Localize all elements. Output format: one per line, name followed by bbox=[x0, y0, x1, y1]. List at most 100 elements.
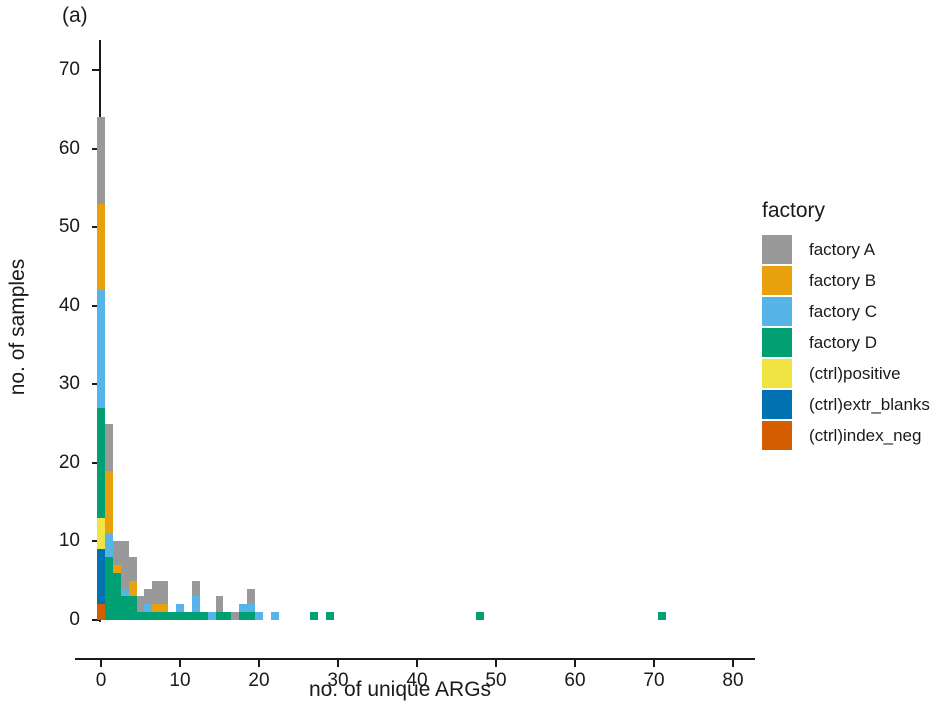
histogram-bar-segment bbox=[152, 604, 161, 613]
y-tick-label: 10 bbox=[58, 530, 80, 552]
y-tick-label: 30 bbox=[58, 373, 80, 395]
legend-item-list: factory A factory B factory C factory D (ctr… bbox=[762, 234, 952, 451]
histogram-bar-segment bbox=[136, 612, 145, 620]
histogram-bar-segment bbox=[223, 612, 232, 620]
y-axis-title: no. of samples bbox=[6, 258, 29, 396]
legend-item-label: (ctrl)extr_blanks bbox=[809, 394, 930, 414]
x-tick-mark bbox=[258, 660, 260, 667]
legend-item: (ctrl)index_neg bbox=[762, 420, 952, 451]
y-tick-mark bbox=[92, 69, 99, 71]
y-tick-label: 20 bbox=[58, 451, 80, 473]
histogram-bar-segment bbox=[191, 596, 200, 613]
y-tick-label: 50 bbox=[58, 216, 80, 238]
y-tick-label: 40 bbox=[58, 294, 80, 316]
histogram-bar-segment bbox=[247, 612, 256, 620]
legend-item: (ctrl)extr_blanks bbox=[762, 389, 952, 420]
legend-swatch bbox=[762, 328, 792, 357]
legend-item: factory B bbox=[762, 265, 952, 296]
histogram-bar-segment bbox=[215, 612, 224, 620]
histogram-bar-segment bbox=[160, 580, 169, 605]
histogram-bar-segment bbox=[239, 604, 248, 613]
y-tick-label: 0 bbox=[69, 609, 80, 630]
histogram-bar-segment bbox=[176, 612, 184, 620]
legend-item: (ctrl)positive bbox=[762, 358, 952, 389]
x-tick-mark bbox=[574, 660, 576, 667]
figure-panel-a: (a) 0 10 20 30 40 50 60 70 0 10 20 30 40 50 60 70 80 no… bbox=[0, 0, 952, 714]
legend-swatch bbox=[762, 235, 792, 264]
legend-swatch bbox=[762, 297, 792, 326]
legend-title: factory bbox=[762, 199, 826, 222]
histogram-bar-segment bbox=[183, 612, 192, 620]
histogram-bar-segment bbox=[112, 541, 121, 566]
histogram-bar-segment bbox=[97, 290, 105, 408]
legend-swatch bbox=[762, 390, 792, 419]
histogram-bar-segment bbox=[97, 517, 105, 550]
histogram-bar-segment bbox=[160, 612, 169, 620]
histogram-bar-segment bbox=[104, 423, 113, 471]
x-tick-mark bbox=[732, 660, 734, 667]
histogram-bar-segment bbox=[239, 612, 248, 620]
histogram-bar-segment bbox=[255, 612, 263, 620]
x-tick-mark bbox=[416, 660, 418, 667]
histogram-bar-segment bbox=[247, 588, 256, 605]
histogram-bar-segment bbox=[152, 612, 161, 620]
legend-item-label: factory A bbox=[809, 239, 876, 259]
x-tick-mark bbox=[179, 660, 181, 667]
histogram-bar-segment bbox=[120, 588, 129, 597]
histogram-bar-segment bbox=[152, 580, 161, 605]
histogram-bar-segment bbox=[215, 596, 224, 613]
histogram-bar-segment bbox=[144, 604, 153, 613]
x-tick-mark bbox=[337, 660, 339, 667]
histogram-bar-segment bbox=[120, 541, 129, 589]
histogram-bar-segment bbox=[247, 604, 256, 613]
legend-item-label: factory C bbox=[809, 301, 878, 321]
legend-item: factory A bbox=[762, 234, 952, 265]
legend-swatch bbox=[762, 359, 792, 388]
histogram-bar-segment bbox=[104, 533, 113, 558]
histogram-bar-segment bbox=[231, 612, 240, 620]
panel-label: (a) bbox=[62, 4, 88, 27]
histogram-bar-segment bbox=[191, 612, 200, 620]
legend-swatch bbox=[762, 421, 792, 450]
histogram-bar-segment bbox=[112, 572, 121, 620]
histogram-bar-segment bbox=[97, 549, 105, 605]
x-tick-mark bbox=[100, 660, 102, 667]
legend-item: factory D bbox=[762, 327, 952, 358]
histogram-bar-segment bbox=[104, 470, 113, 534]
legend-item-label: factory B bbox=[809, 270, 877, 290]
histogram-bar-segment bbox=[104, 557, 113, 620]
x-tick-mark bbox=[653, 660, 655, 667]
x-axis-title: no. of unique ARGs bbox=[308, 678, 492, 701]
legend-swatch bbox=[762, 266, 792, 295]
histogram-bar-segment bbox=[97, 604, 105, 620]
histogram-bar-segment bbox=[168, 612, 177, 620]
y-tick-label: 70 bbox=[58, 59, 80, 80]
histogram-bar-segment bbox=[476, 612, 485, 620]
histogram-bar-segment bbox=[128, 580, 137, 597]
histogram-bar-segment bbox=[144, 612, 153, 620]
plot-area bbox=[97, 70, 749, 620]
histogram-bar-segment bbox=[97, 203, 105, 291]
histogram-bar-segment bbox=[128, 557, 137, 581]
histogram-bar-segment bbox=[207, 612, 216, 620]
histogram-bar-segment bbox=[326, 612, 335, 620]
x-tick-mark bbox=[495, 660, 497, 667]
histogram-bar-segment bbox=[136, 596, 145, 613]
histogram-bar-segment bbox=[97, 117, 105, 204]
histogram-bar-segment bbox=[97, 407, 105, 518]
histogram-bar-segment bbox=[160, 604, 169, 613]
legend-item-label: factory D bbox=[809, 332, 878, 352]
histogram-bar-segment bbox=[144, 588, 153, 605]
legend-item-label: (ctrl)positive bbox=[809, 363, 901, 383]
legend: factory factory Afactory Bfactory Cfacto… bbox=[762, 200, 952, 451]
histogram-bar-segment bbox=[128, 596, 137, 620]
histogram-bar-segment bbox=[270, 612, 279, 620]
histogram-bar-segment bbox=[112, 565, 121, 573]
y-tick-label: 60 bbox=[58, 137, 80, 159]
histogram-bar-segment bbox=[176, 604, 184, 613]
histogram-bar-segment bbox=[199, 612, 208, 620]
histogram-bar-segment bbox=[191, 580, 200, 597]
histogram-bar-segment bbox=[310, 612, 319, 620]
histogram-bar-segment bbox=[657, 612, 666, 620]
histogram-bar-segment bbox=[120, 596, 129, 620]
